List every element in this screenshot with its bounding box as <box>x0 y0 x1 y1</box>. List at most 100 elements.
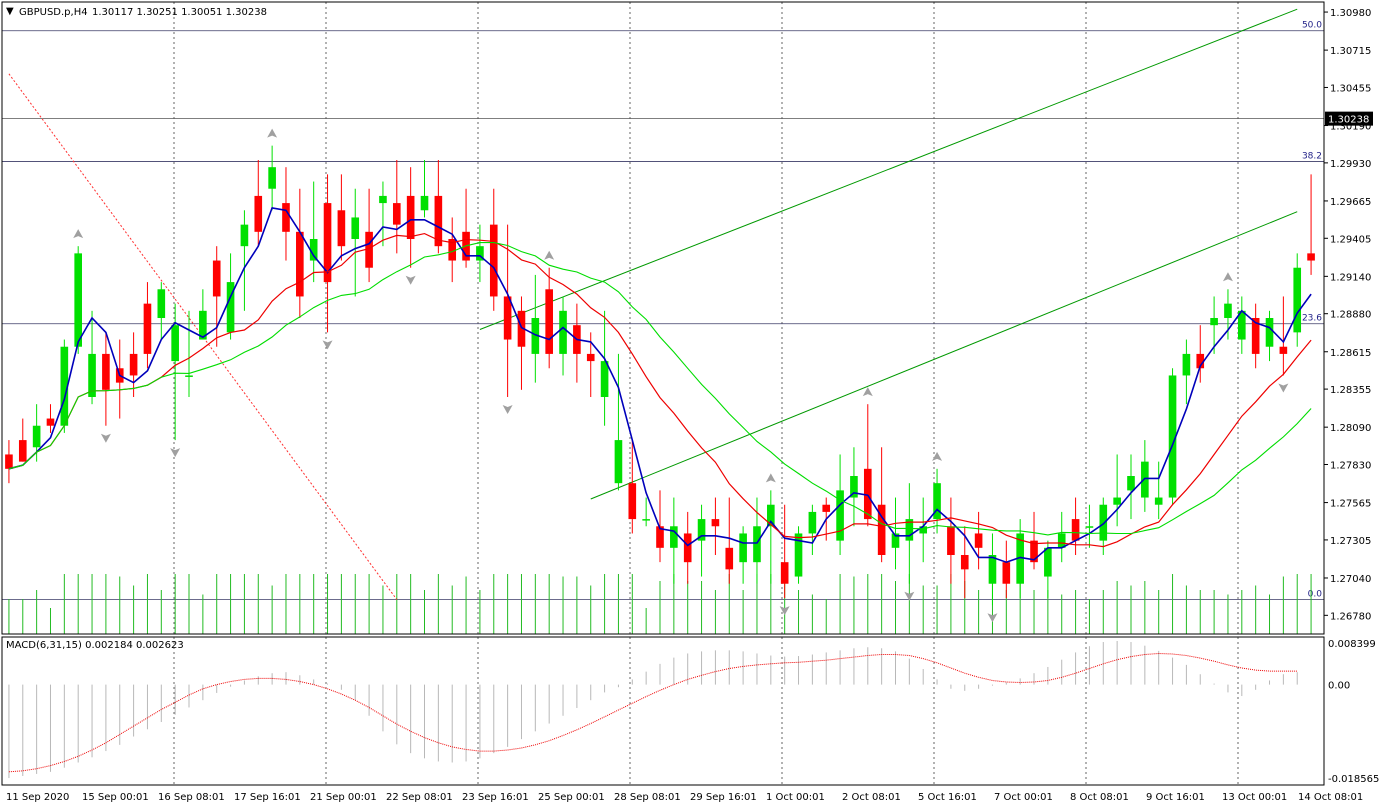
candle-body <box>1154 497 1163 505</box>
candle-body <box>351 217 360 239</box>
trading-chart[interactable]: 50.0 38.2 23.6 0.0 1.30980 1.30715 1.30455 1.3… <box>0 0 1379 807</box>
fractal-down-icon <box>322 340 333 350</box>
fib-level-label: 0.0 <box>1308 590 1323 600</box>
candle-body <box>1085 526 1094 528</box>
candle-body <box>129 353 138 376</box>
fractal-up-icon <box>73 229 84 239</box>
candle-body <box>171 325 179 362</box>
fractal-down-icon <box>405 275 416 285</box>
candle-body <box>337 210 346 247</box>
candle-body <box>586 353 595 362</box>
time-label: 22 Sep 08:01 <box>386 792 453 803</box>
fractal-down-icon <box>100 433 111 443</box>
fractal-down-icon <box>1278 383 1289 393</box>
candle-body <box>628 483 637 520</box>
candle-body <box>960 555 969 570</box>
candle-body <box>559 310 567 354</box>
price-tick-label: 1.27565 <box>1330 499 1371 510</box>
fractal-up-icon <box>1222 272 1233 282</box>
candle-body <box>725 547 734 570</box>
price-tick-label: 1.27830 <box>1330 461 1371 472</box>
candle-body <box>254 195 263 232</box>
time-label: 14 Oct 08:01 <box>1298 792 1363 803</box>
candle-body <box>240 224 249 247</box>
fractal-up-icon <box>544 250 555 260</box>
candle-body <box>1210 318 1218 326</box>
candle-body <box>1141 461 1149 498</box>
candle-body <box>32 425 41 448</box>
time-label: 23 Sep 16:01 <box>462 792 529 803</box>
candle-body <box>489 224 498 297</box>
price-tick-label: 1.28090 <box>1330 423 1371 434</box>
candle-body <box>143 303 152 354</box>
price-tick-label: 1.29930 <box>1330 159 1371 170</box>
candle-body <box>296 231 304 297</box>
macd-frame <box>1 636 1325 786</box>
price-tick-label: 1.29405 <box>1330 234 1371 245</box>
candle-body <box>753 526 761 563</box>
chart-canvas[interactable]: 50.0 38.2 23.6 0.0 1.30980 1.30715 1.30455 1.3… <box>0 0 1379 807</box>
macd-panel <box>8 640 1298 779</box>
candle-body <box>406 195 415 239</box>
symbol-menu-icon[interactable]: ▼ <box>6 6 14 17</box>
fractal-up-icon <box>765 473 776 483</box>
candle-body <box>974 533 983 548</box>
fractal-up-icon <box>267 128 278 138</box>
candle-body <box>670 526 678 548</box>
candle-body <box>212 260 221 297</box>
candle-body <box>808 511 817 534</box>
candle-body <box>503 296 512 340</box>
candle-body <box>767 504 775 527</box>
time-label: 7 Oct 00:01 <box>994 792 1053 803</box>
candle-body <box>1099 504 1108 541</box>
candle-body <box>102 353 110 390</box>
candle-body <box>947 526 955 555</box>
candle-body <box>46 418 55 426</box>
price-tick-label: 1.26780 <box>1330 611 1371 622</box>
price-tick-label: 1.30980 <box>1330 8 1371 19</box>
time-label: 2 Oct 08:01 <box>842 792 901 803</box>
price-tick-label: 1.29140 <box>1330 272 1371 283</box>
time-label: 17 Sep 16:01 <box>234 792 301 803</box>
time-label: 8 Oct 08:01 <box>1070 792 1129 803</box>
price-tick-label: 1.30715 <box>1330 46 1371 57</box>
horizontal-levels: 50.0 38.2 23.6 0.0 <box>2 21 1324 600</box>
ohlc-values: 1.30117 1.30251 1.30051 1.30238 <box>92 7 267 18</box>
price-tick-label: 1.28880 <box>1330 310 1371 321</box>
candle-body <box>642 519 650 521</box>
time-label: 15 Sep 00:01 <box>82 792 149 803</box>
time-label: 16 Sep 08:01 <box>158 792 225 803</box>
candle-body <box>1265 318 1274 347</box>
candle-body <box>822 504 831 512</box>
candle-body <box>18 440 27 462</box>
price-tick-label: 1.29665 <box>1330 197 1371 208</box>
candle-body <box>1307 253 1315 261</box>
candle-body <box>268 167 276 189</box>
time-label: 9 Oct 16:01 <box>1146 792 1205 803</box>
candles <box>5 145 1315 606</box>
time-label: 5 Oct 16:01 <box>918 792 977 803</box>
fractal-down-icon <box>170 448 181 458</box>
price-tick-label: 1.30455 <box>1330 83 1371 94</box>
fib-level-label: 50.0 <box>1302 21 1322 31</box>
price-tick-label: 1.28355 <box>1330 385 1371 396</box>
fractal-up-icon <box>932 451 943 461</box>
candle-body <box>1044 547 1052 577</box>
candle-body <box>1002 562 1011 584</box>
candle-body <box>1224 303 1232 318</box>
candle-body <box>780 562 789 584</box>
time-label: 21 Sep 00:01 <box>310 792 377 803</box>
candle-body <box>1113 497 1121 505</box>
macd-signal-line <box>8 652 1298 773</box>
candle-body <box>1279 346 1288 354</box>
candle-body <box>420 195 429 211</box>
candle-body <box>545 289 553 354</box>
time-label: 11 Sep 2020 <box>6 792 69 803</box>
candle-body <box>988 555 997 584</box>
macd-tick-label: 0.00 <box>1328 681 1350 692</box>
vertical-grid <box>173 2 1239 785</box>
fib-level-label: 23.6 <box>1302 314 1322 324</box>
candle-body <box>185 375 193 377</box>
candle-body <box>1293 267 1302 333</box>
fib-level-label: 38.2 <box>1302 151 1322 161</box>
